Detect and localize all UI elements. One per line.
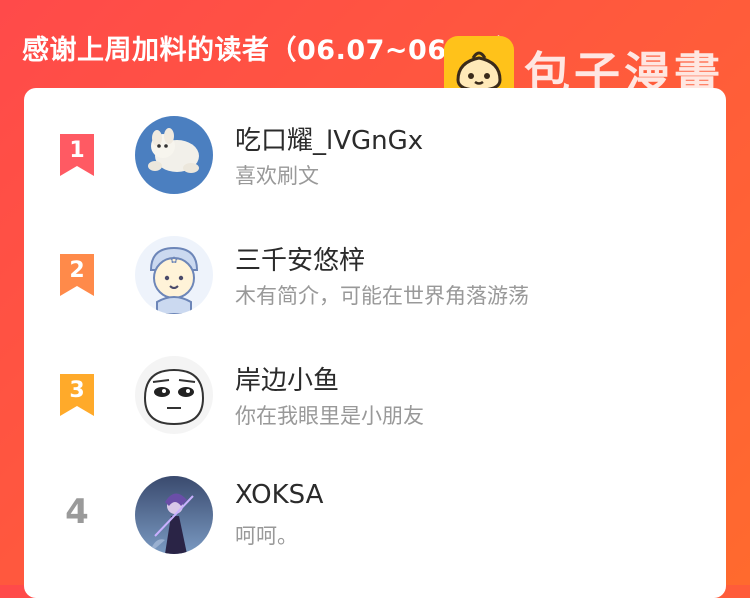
rank-badge: 1 [57,132,97,178]
list-item[interactable]: 3 岸边小鱼 你在我眼里是小朋友 [24,350,726,460]
list-item[interactable]: 2 ✿ 三千安悠梓 木有简介，可能在世界角落游荡 [24,230,726,340]
list-item[interactable]: 1 吃口耀_lVGnGx 喜欢刷文 [24,110,726,220]
reader-description: 喜欢刷文 [235,164,319,188]
reader-name[interactable]: XOKSA [235,480,323,510]
reader-list-card: 1 吃口耀_lVGnGx 喜欢刷文 2 ✿ 三千安悠梓 木有简介，可能在世界角落… [24,88,726,598]
reader-name[interactable]: 三千安悠梓 [235,240,365,277]
meme-face-avatar-icon[interactable] [135,356,213,434]
rank-badge: 2 [57,252,97,298]
reader-description: 你在我眼里是小朋友 [235,404,424,428]
cartoon-kid-avatar-icon[interactable]: ✿ [135,236,213,314]
svg-text:✿: ✿ [170,256,178,266]
list-item[interactable]: 4 XOKSA 呵呵。 [24,470,726,580]
rank-badge: 3 [57,372,97,418]
reader-description: 木有简介，可能在世界角落游荡 [235,284,529,308]
reader-name[interactable]: 吃口耀_lVGnGx [235,120,423,157]
game-character-avatar-icon[interactable] [135,476,213,554]
rank-number: 4 [65,492,89,532]
reader-description: 呵呵。 [235,524,298,548]
cat-avatar-icon[interactable] [135,116,213,194]
reader-name[interactable]: 岸边小鱼 [235,360,339,397]
